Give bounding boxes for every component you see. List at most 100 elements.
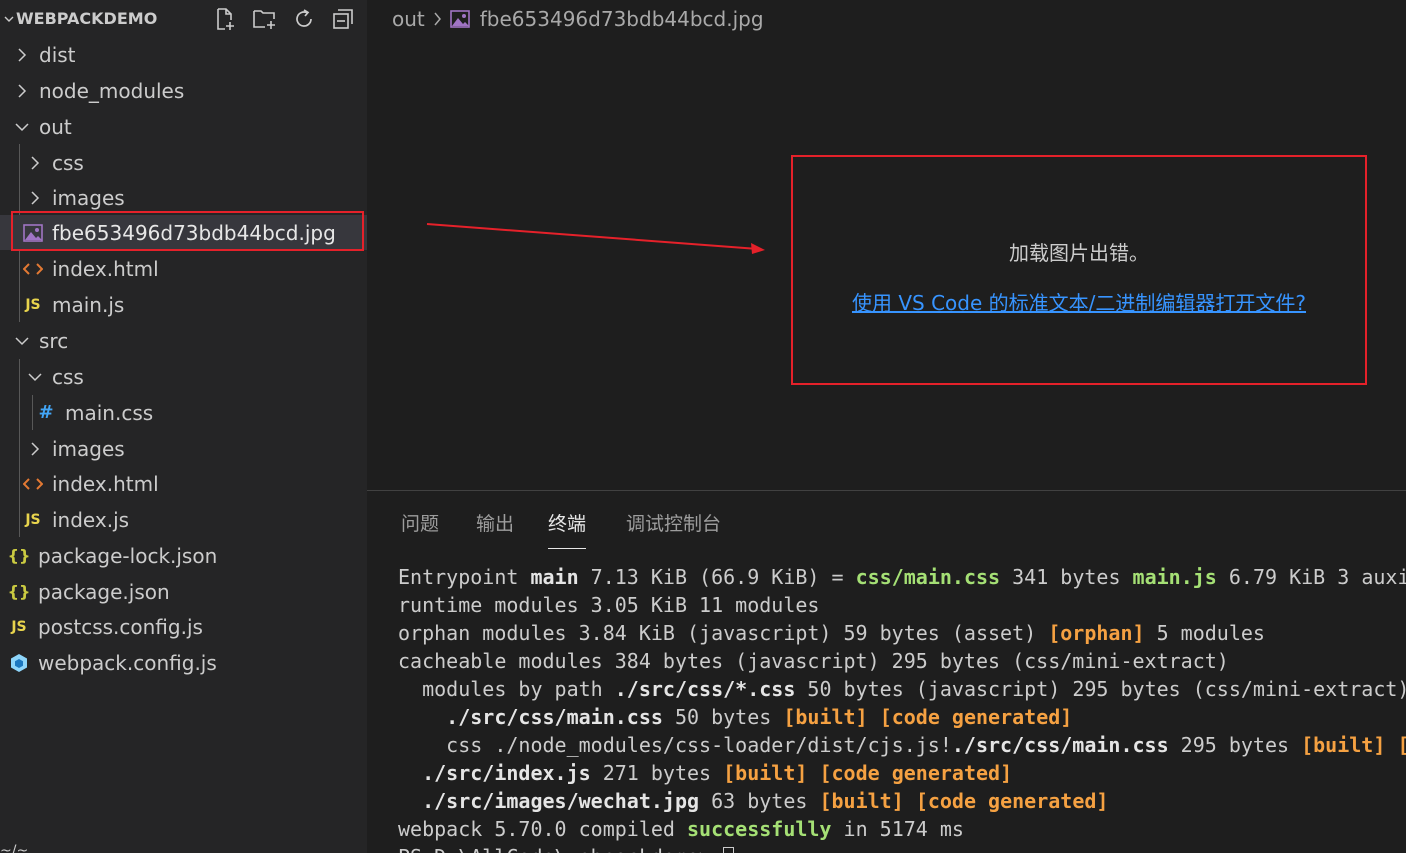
- image-file-icon: [449, 10, 470, 28]
- open-with-text-editor-link[interactable]: 使用 VS Code 的标准文本/二进制编辑器打开文件?: [793, 287, 1365, 316]
- chevron-down-icon: [13, 109, 31, 144]
- tree-folder-dist[interactable]: dist: [0, 37, 367, 72]
- terminal-text: ./src/images/wechat.jpg: [422, 789, 700, 813]
- explorer-title[interactable]: WEBPACKDEMO: [4, 9, 157, 28]
- workspace-name: WEBPACKDEMO: [16, 9, 158, 28]
- terminal-text: 6.79 KiB 3 auxi: [1216, 565, 1406, 589]
- terminal-text: ./src/css/main.css: [951, 733, 1169, 757]
- terminal-line: ./src/index.js 271 bytes [built] [code g…: [398, 759, 1406, 787]
- html-file-icon: [22, 251, 44, 286]
- tree-item-label: fbe653496d73bdb44bcd.jpg: [52, 220, 336, 245]
- json-file-icon: {}: [7, 546, 31, 565]
- terminal-text: ./src/index.js: [422, 761, 591, 785]
- tree-folder-out-css[interactable]: css: [0, 145, 367, 180]
- breadcrumb-file[interactable]: fbe653496d73bdb44bcd.jpg: [480, 7, 764, 31]
- tree-item-label: css: [52, 364, 84, 389]
- tree-file-src-index-js[interactable]: JS index.js: [0, 502, 367, 537]
- chevron-right-icon: [26, 431, 44, 466]
- new-file-icon[interactable]: [212, 6, 238, 32]
- terminal-text: webpack 5.70.0 compiled: [398, 817, 687, 841]
- tree-file-src-index-html[interactable]: index.html: [0, 466, 367, 501]
- breadcrumb-folder[interactable]: out: [392, 7, 425, 31]
- tree-file-out-index-html[interactable]: index.html: [0, 251, 367, 286]
- chevron-right-icon: [13, 73, 31, 108]
- terminal-text: ./src/css/*.css: [614, 677, 796, 701]
- breadcrumb: out fbe653496d73bdb44bcd.jpg: [392, 7, 764, 31]
- tab-problems[interactable]: 问题: [401, 509, 439, 548]
- webpack-icon: [8, 645, 30, 680]
- chevron-right-icon: [26, 180, 44, 215]
- tree-file-package-lock-json[interactable]: {} package-lock.json: [0, 538, 367, 573]
- terminal-text: runtime modules 3.05 KiB 11 modules: [398, 593, 820, 617]
- tab-debug-console[interactable]: 调试控制台: [626, 509, 721, 548]
- tree-file-postcss-config-js[interactable]: JS postcss.config.js: [0, 609, 367, 644]
- tree-item-label: dist: [39, 42, 76, 67]
- tree-folder-src[interactable]: src: [0, 323, 367, 358]
- chevron-right-icon: [26, 145, 44, 180]
- terminal-text: css ./node_modules/css-loader/dist/cjs.j…: [398, 733, 952, 757]
- tree-file-package-json[interactable]: {} package.json: [0, 574, 367, 609]
- js-file-icon: JS: [25, 511, 41, 528]
- terminal-line: css ./node_modules/css-loader/dist/cjs.j…: [398, 731, 1406, 759]
- tree-item-label: images: [52, 185, 125, 210]
- terminal-line: cacheable modules 384 bytes (javascript)…: [398, 647, 1406, 675]
- terminal-text: ./src/css/main.css: [446, 705, 663, 729]
- terminal-text: 5 modules: [1144, 621, 1265, 645]
- tree-file-webpack-config-js[interactable]: webpack.config.js: [0, 645, 367, 680]
- tree-item-label: images: [52, 436, 125, 461]
- collapse-all-icon[interactable]: [330, 6, 356, 32]
- terminal-text: 295 bytes: [1168, 733, 1302, 757]
- refresh-icon[interactable]: [291, 6, 317, 32]
- tree-folder-src-images[interactable]: images: [0, 431, 367, 466]
- tree-item-label: main.css: [65, 400, 154, 425]
- terminal-text: css/main.css: [855, 565, 1001, 589]
- terminal-text: modules by path: [398, 677, 615, 701]
- terminal-text: [code generated]: [819, 761, 1013, 785]
- terminal-line: webpack 5.70.0 compiled successfully in …: [398, 815, 1406, 843]
- tree-item-label: index.html: [52, 471, 159, 496]
- tree-folder-out[interactable]: out: [0, 109, 367, 144]
- image-error-box: 加载图片出错。 使用 VS Code 的标准文本/二进制编辑器打开文件?: [791, 155, 1367, 385]
- tree-file-main-css[interactable]: # main.css: [0, 395, 367, 430]
- tree-file-jpg-selected[interactable]: fbe653496d73bdb44bcd.jpg: [0, 215, 367, 250]
- terminal-line: ./src/images/wechat.jpg 63 bytes [built]…: [398, 787, 1406, 815]
- tree-folder-src-css[interactable]: css: [0, 359, 367, 394]
- terminal-text: [built]: [783, 705, 868, 729]
- tree-item-label: index.html: [52, 256, 159, 281]
- image-error-message: 加载图片出错。: [1009, 241, 1149, 265]
- terminal-line: orphan modules 3.84 KiB (javascript) 59 …: [398, 619, 1406, 647]
- terminal-text: 7.13 KiB (66.9 KiB) =: [578, 565, 856, 589]
- bottom-panel: 问题 输出 终端 调试控制台 Entrypoint main 7.13 KiB …: [367, 490, 1406, 853]
- terminal-output[interactable]: Entrypoint main 7.13 KiB (66.9 KiB) = cs…: [398, 563, 1406, 853]
- tree-folder-node-modules[interactable]: node_modules: [0, 73, 367, 108]
- chevron-right-icon: [433, 12, 442, 26]
- tree-item-label: main.js: [52, 292, 125, 317]
- terminal-text: cacheable modules 384 bytes (javascript)…: [398, 649, 1229, 673]
- terminal-text: main: [530, 565, 579, 589]
- tree-item-label: package.json: [38, 579, 170, 604]
- terminal-text: PS D:\AllCode\webpackdemo>: [398, 845, 723, 853]
- tree-file-out-main-js[interactable]: JS main.js: [0, 287, 367, 322]
- terminal-text: 341 bytes: [1000, 565, 1133, 589]
- terminal-text: in 5174 ms: [831, 817, 964, 841]
- new-folder-icon[interactable]: [252, 6, 278, 32]
- terminal-text: [code generated]: [915, 789, 1109, 813]
- tree-item-label: node_modules: [39, 78, 185, 103]
- html-file-icon: [22, 466, 44, 501]
- tree-item-label: out: [39, 114, 72, 139]
- tab-output[interactable]: 输出: [476, 509, 514, 548]
- terminal-line: runtime modules 3.05 KiB 11 modules: [398, 591, 1406, 619]
- js-file-icon: JS: [25, 296, 41, 313]
- tab-terminal[interactable]: 终端: [548, 509, 587, 549]
- terminal-text: 50 bytes: [662, 705, 784, 729]
- terminal-text: Entrypoint: [398, 565, 531, 589]
- tree-folder-out-images[interactable]: images: [0, 180, 367, 215]
- explorer-header: WEBPACKDEMO: [0, 0, 367, 36]
- tree-item-label: index.js: [52, 507, 130, 532]
